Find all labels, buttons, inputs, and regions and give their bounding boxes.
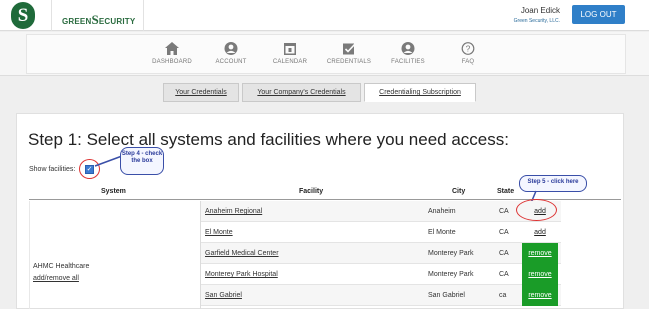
column-header-system: System [101, 188, 126, 195]
city-cell: Monterey Park [428, 250, 474, 257]
table-row: Monterey Park Hospital Monterey Park CA … [201, 264, 561, 285]
facility-link[interactable]: El Monte [205, 222, 233, 243]
brand-mark: S [91, 12, 99, 27]
logout-button[interactable]: LOG OUT [572, 5, 625, 24]
state-cell: CA [499, 250, 509, 257]
nav-label: FAQ [461, 59, 475, 65]
city-cell: Anaheim [428, 208, 456, 215]
column-header-facility: Facility [299, 188, 324, 195]
remove-button[interactable]: remove [522, 243, 558, 264]
city-cell: San Gabriel [428, 292, 465, 299]
state-cell: CA [499, 208, 509, 215]
logo-box[interactable]: S [0, 0, 52, 31]
brand-suffix: ECURITY [98, 17, 136, 26]
building-icon [401, 42, 415, 55]
remove-button[interactable]: remove [522, 264, 558, 285]
nav-label: CREDENTIALS [326, 59, 372, 65]
table-row: Anaheim Regional Anaheim CA add [201, 201, 561, 222]
add-remove-all-link[interactable]: add/remove all [33, 275, 79, 282]
facility-link[interactable]: Anaheim Regional [205, 201, 262, 222]
logo-icon: S [11, 2, 35, 29]
question-icon: ? [461, 42, 475, 55]
brand-prefix: GREEN [62, 17, 92, 26]
nav-item-faq[interactable]: ? FAQ [438, 42, 498, 76]
nav-item-account[interactable]: ACCOUNT [201, 42, 261, 76]
highlight-circle [516, 199, 557, 221]
user-name: Joan Edick [520, 6, 560, 15]
tab-your-credentials[interactable]: Your Credentials [163, 83, 239, 102]
nav-item-calendar[interactable]: CALENDAR [260, 42, 320, 76]
tab-company-credentials[interactable]: Your Company's Credentials [242, 83, 361, 102]
nav-label: ACCOUNT [215, 59, 247, 65]
system-name: AHMC Healthcare [33, 263, 90, 270]
facility-link[interactable]: Monterey Park Hospital [205, 264, 278, 285]
step4-callout: Step 4 - check the box [120, 147, 164, 175]
nav-label: DASHBOARD [152, 59, 192, 65]
state-cell: ca [499, 292, 507, 299]
divider [143, 0, 144, 31]
show-facilities-label: Show facilities: [29, 166, 76, 173]
city-cell: El Monte [428, 229, 456, 236]
svg-text:?: ? [466, 44, 471, 54]
tab-credentialing-subscription[interactable]: Credentialing Subscription [364, 83, 476, 102]
brand-name: GREENSECURITY [62, 12, 135, 28]
table-row: El Monte El Monte CA add [201, 222, 561, 243]
system-cell [29, 201, 201, 309]
user-icon [224, 42, 238, 55]
checkmark-icon [343, 43, 356, 55]
add-button[interactable]: add [522, 222, 558, 243]
user-organization: Green Security, LLC. [513, 18, 560, 24]
calendar-icon [284, 43, 296, 55]
nav-item-facilities[interactable]: FACILITIES [378, 42, 438, 76]
callout-arrow [94, 155, 123, 167]
table-row: San Gabriel San Gabriel ca remove [201, 285, 561, 306]
facility-link[interactable]: Garfield Medical Center [205, 243, 279, 264]
column-header-city: City [452, 188, 466, 195]
city-cell: Monterey Park [428, 271, 474, 278]
page-title: Step 1: Select all systems and facilitie… [28, 130, 509, 149]
nav-label: FACILITIES [391, 59, 425, 65]
state-cell: CA [499, 271, 509, 278]
nav-label: CALENDAR [272, 59, 308, 65]
remove-button[interactable]: remove [522, 285, 558, 306]
column-header-state: State [497, 188, 515, 195]
table-row: Garfield Medical Center Monterey Park CA… [201, 243, 561, 264]
facility-link[interactable]: San Gabriel [205, 285, 242, 306]
state-cell: CA [499, 229, 509, 236]
nav-item-credentials[interactable]: CREDENTIALS [319, 42, 379, 76]
nav-item-dashboard[interactable]: DASHBOARD [142, 42, 202, 76]
home-icon [165, 42, 179, 55]
